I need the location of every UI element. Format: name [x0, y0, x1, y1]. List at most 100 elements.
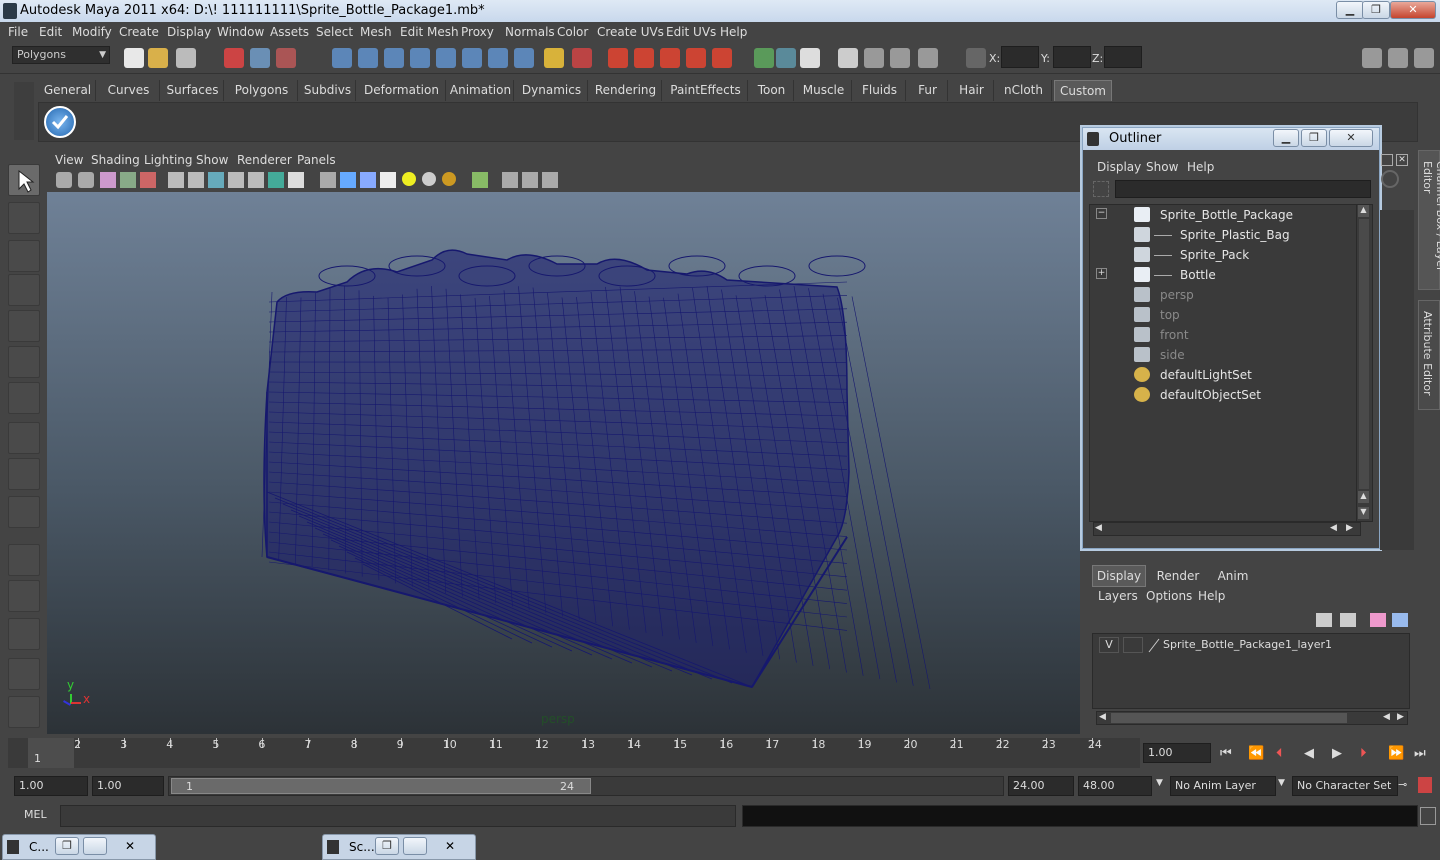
menu-proxy[interactable]: Proxy: [461, 25, 494, 39]
layer-scroll-right-icon[interactable]: ▶: [1397, 712, 1404, 722]
tab-channel-box[interactable]: Channel Box / Layer Editor: [1418, 150, 1440, 290]
step-forward-frame-icon[interactable]: ⏩: [1388, 746, 1404, 761]
tool-box-toggle-icon[interactable]: [1414, 48, 1434, 68]
outliner-item[interactable]: Sprite_Pack: [1090, 245, 1350, 265]
char-set-chevron-icon[interactable]: ▼: [1278, 778, 1285, 788]
lock-icon[interactable]: [544, 48, 564, 68]
scale-tool-icon[interactable]: [8, 346, 40, 378]
layer-type-toggle[interactable]: [1123, 637, 1143, 653]
render-settings-icon[interactable]: [660, 48, 680, 68]
menu-edit-uvs[interactable]: Edit UVs: [666, 25, 716, 39]
layer-visibility-toggle[interactable]: V: [1099, 637, 1119, 653]
panel-close-icon[interactable]: ✕: [1396, 154, 1408, 166]
checkmark-icon[interactable]: [44, 106, 76, 138]
outliner-search-input[interactable]: [1115, 180, 1371, 198]
outliner-item[interactable]: − Sprite_Bottle_Package: [1090, 205, 1350, 225]
menu-edit-mesh[interactable]: Edit Mesh: [400, 25, 459, 39]
scroll-left-icon[interactable]: ◀: [1095, 523, 1102, 533]
tab-curves[interactable]: Curves: [98, 80, 160, 101]
rotate-tool-icon[interactable]: [8, 310, 40, 342]
viewport-menu-show[interactable]: Show: [196, 153, 228, 167]
snap-grid-icon[interactable]: [332, 48, 352, 68]
render-icon[interactable]: [608, 48, 628, 68]
outliner-item[interactable]: persp: [1090, 285, 1350, 305]
menu-mesh[interactable]: Mesh: [360, 25, 392, 39]
menu-file[interactable]: File: [8, 25, 28, 39]
move-layer-up-icon[interactable]: [1316, 613, 1332, 627]
outliner-item[interactable]: defaultObjectSet: [1090, 385, 1350, 405]
paint-select-tool-icon[interactable]: [8, 240, 40, 272]
question-icon[interactable]: [514, 48, 534, 68]
restore-window-2-button[interactable]: ❐: [375, 837, 399, 855]
move-layer-down-icon[interactable]: [1340, 613, 1356, 627]
outliner-scroll-thumb[interactable]: [1359, 219, 1369, 489]
maximize-window-2-button[interactable]: [403, 837, 427, 855]
viewport-menu-shading[interactable]: Shading: [91, 153, 140, 167]
outliner-menu-show[interactable]: Show: [1146, 160, 1178, 174]
current-time-field[interactable]: 1.00: [1143, 743, 1211, 763]
persp-outliner-layout-icon[interactable]: [8, 618, 40, 650]
outliner-toggle-icon[interactable]: [864, 48, 884, 68]
panel-float-icon[interactable]: [1381, 154, 1393, 166]
y-field[interactable]: [1053, 46, 1091, 68]
menu-modify[interactable]: Modify: [72, 25, 112, 39]
mel-label[interactable]: MEL: [24, 808, 47, 821]
new-scene-icon[interactable]: [124, 48, 144, 68]
filter-icon[interactable]: [1093, 181, 1109, 197]
outliner-maximize-button[interactable]: ❐: [1301, 129, 1327, 147]
tab-hair[interactable]: Hair: [950, 80, 994, 101]
close-button[interactable]: ✕: [1390, 1, 1436, 19]
menu-help[interactable]: Help: [720, 25, 747, 39]
image-plane-icon[interactable]: [120, 172, 136, 188]
layer-scroll-thumb[interactable]: [1111, 713, 1347, 723]
2d-pan-zoom-icon[interactable]: [140, 172, 156, 188]
layer-menu-layers[interactable]: Layers: [1098, 589, 1138, 603]
playback-end-field[interactable]: 24.00: [1008, 776, 1074, 796]
all-lights-icon[interactable]: [422, 172, 436, 186]
menu-edit[interactable]: Edit: [39, 25, 62, 39]
tab-subdivs[interactable]: Subdivs: [300, 80, 356, 101]
current-frame-marker[interactable]: 1: [28, 738, 74, 768]
scroll-down-icon[interactable]: ▲: [1358, 491, 1369, 503]
time-slider[interactable]: 123456789101112131415161718192021222324 …: [8, 738, 1140, 768]
tab-surfaces[interactable]: Surfaces: [162, 80, 224, 101]
minimized-window-2[interactable]: Sc... ❐ ✕: [322, 834, 476, 860]
show-manipulator-icon[interactable]: [8, 458, 40, 490]
outliner-minimize-button[interactable]: ▁: [1273, 129, 1299, 147]
tab-anim-layers[interactable]: Anim: [1208, 565, 1258, 587]
tool-settings-icon[interactable]: [918, 48, 938, 68]
manipulator-tool-icon[interactable]: [8, 382, 40, 414]
soft-mod-tool-icon[interactable]: [8, 422, 40, 454]
animation-end-field[interactable]: 48.00: [1078, 776, 1152, 796]
ipr-render-icon[interactable]: [634, 48, 654, 68]
go-to-start-icon[interactable]: ⏮: [1220, 746, 1232, 761]
lasso-tool-icon[interactable]: [8, 202, 40, 234]
menu-display[interactable]: Display: [167, 25, 211, 39]
resolution-gate-icon[interactable]: [208, 172, 224, 188]
outliner-item[interactable]: top: [1090, 305, 1350, 325]
scroll-right-icon[interactable]: ▶: [1346, 523, 1353, 533]
animation-start-field[interactable]: 1.00: [14, 776, 88, 796]
outliner-close-button[interactable]: ✕: [1329, 129, 1373, 147]
high-quality-icon[interactable]: [542, 172, 558, 188]
wireframe-model[interactable]: [47, 192, 1080, 734]
transform-input-icon[interactable]: [966, 48, 986, 68]
snap-curve-icon[interactable]: [358, 48, 378, 68]
single-perspective-layout-icon[interactable]: [8, 544, 40, 576]
tab-deformation[interactable]: Deformation: [358, 80, 446, 101]
tab-display-layers[interactable]: Display: [1092, 565, 1146, 587]
character-set-dropdown[interactable]: No Character Set: [1292, 776, 1398, 796]
layer-color-icon[interactable]: [1147, 637, 1161, 653]
default-light-icon[interactable]: [402, 172, 416, 186]
select-tool-icon[interactable]: [8, 164, 40, 196]
script-editor-icon[interactable]: [1420, 807, 1436, 825]
outliner-menu-display[interactable]: Display: [1097, 160, 1141, 174]
menu-normals[interactable]: Normals: [505, 25, 555, 39]
perspective-viewport[interactable]: y x persp: [47, 192, 1080, 734]
move-tool-icon[interactable]: [8, 274, 40, 306]
copy-icon[interactable]: [800, 48, 820, 68]
hypershade-icon[interactable]: [686, 48, 706, 68]
tab-polygons[interactable]: Polygons: [226, 80, 298, 101]
tab-dynamics[interactable]: Dynamics: [516, 80, 588, 101]
new-layer-icon[interactable]: [1370, 613, 1386, 627]
